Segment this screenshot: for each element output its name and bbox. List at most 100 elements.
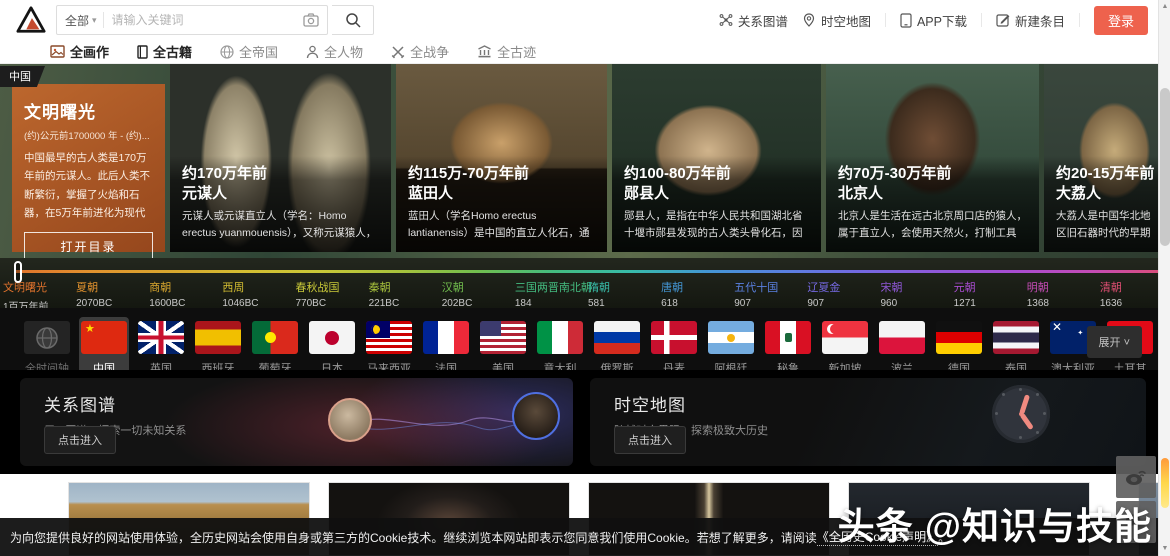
phone-icon <box>900 13 912 28</box>
enter-relation-graph-button[interactable]: 点击进入 <box>44 426 116 454</box>
promo-title: 时空地图 <box>614 391 1146 416</box>
card-description: 大荔人是中国华北地区旧石器时代的早期 因化石发现于陕西省渭南市大荔县解放村 <box>1056 208 1158 242</box>
nav-all-wars[interactable]: 全战争 <box>391 42 449 61</box>
weibo-icon <box>1125 468 1147 486</box>
divider <box>1079 13 1080 27</box>
carousel-card-peking-man[interactable]: 约70万-30万年前 北京人 北京人是生活在远古北京周口店的猿人，属于直立人，会… <box>826 64 1039 252</box>
nav-all-empires[interactable]: 全帝国 <box>220 42 278 61</box>
timeline-slider-handle[interactable] <box>14 261 22 283</box>
scrollbar-thumb[interactable] <box>1160 88 1170 246</box>
category-nav: 全画作 全古籍 全帝国 全人物 全战争 全古迹 <box>0 40 1170 64</box>
person-icon <box>306 45 319 59</box>
cookie-text: 为向您提供良好的网站使用体验，全历史网站会使用自身或第三方的Cookie技术。继… <box>10 529 817 546</box>
book-icon <box>137 45 148 59</box>
flag-germany <box>936 321 982 354</box>
app-download-link[interactable]: APP下载 <box>900 11 967 30</box>
promo-section: 关系图谱 用AI图谱，探索一切未知关系 点击进入 时空地图 跨越时空界限，探索极… <box>0 370 1170 474</box>
scrollbar-marker <box>1161 458 1169 508</box>
new-entry-link[interactable]: 新建条目 <box>996 11 1065 30</box>
vertical-scrollbar[interactable]: ▲ ▼ <box>1158 0 1170 556</box>
card-name: 郧县人 <box>624 184 809 204</box>
flag-denmark <box>651 321 697 354</box>
login-button[interactable]: 登录 <box>1094 6 1148 35</box>
flag-poland <box>879 321 925 354</box>
globe-icon <box>35 326 59 350</box>
card-description: 郧县人，是指在中华人民共和国湖北省十堰市郧县发现的古人类头骨化石，因出土地名而被… <box>624 208 809 242</box>
weibo-share-button[interactable] <box>1116 456 1156 498</box>
feature-title: 文明曙光 <box>24 98 153 123</box>
flag-singapore <box>822 321 868 354</box>
card-period: 约20-15万年前 <box>1056 164 1158 184</box>
open-catalog-button[interactable]: 打开目录 <box>24 232 153 258</box>
search-category-dropdown[interactable]: 全部 <box>65 12 89 29</box>
clock-pin-illustration <box>992 385 1050 449</box>
divider <box>981 13 982 27</box>
flag-usa <box>480 321 526 354</box>
monument-icon <box>477 45 492 58</box>
promo-subtitle: 跨越时空界限，探索极致大历史 <box>614 422 1146 438</box>
painting-icon <box>50 45 65 58</box>
flag-argentina <box>708 321 754 354</box>
crossed-swords-icon <box>391 45 405 59</box>
flag-peru <box>765 321 811 354</box>
card-period: 约115万-70万年前 <box>408 164 595 184</box>
card-period: 约170万年前 <box>182 164 379 184</box>
dynasty-timeline: 文明曙光1百万年前 夏朝2070BC 商朝1600BC 西周1046BC 春秋战… <box>0 258 1170 308</box>
carousel-card-yunxian-man[interactable]: 约100-80万年前 郧县人 郧县人，是指在中华人民共和国湖北省十堰市郧县发现的… <box>612 64 821 252</box>
card-name: 北京人 <box>838 184 1027 204</box>
spacetime-map-card[interactable]: 时空地图 跨越时空界限，探索极致大历史 点击进入 <box>590 378 1146 466</box>
camera-icon[interactable] <box>303 13 319 27</box>
nav-all-people[interactable]: 全人物 <box>306 42 363 61</box>
divider <box>103 12 104 28</box>
flag-portugal <box>252 321 298 354</box>
carousel-card-dali-man[interactable]: 约20-15万年前 大荔人 大荔人是中国华北地区旧石器时代的早期 因化石发现于陕… <box>1044 64 1170 252</box>
edit-icon <box>996 13 1010 27</box>
flag-uk <box>138 321 184 354</box>
flag-thailand <box>993 321 1039 354</box>
flag-italy <box>537 321 583 354</box>
relation-graph-icon <box>719 13 733 27</box>
watermark-toutiao: 头条 @知识与技能 <box>838 496 1152 550</box>
card-name: 元谋人 <box>182 184 379 204</box>
spacetime-map-link[interactable]: 时空地图 <box>802 11 871 30</box>
search-box[interactable]: 全部 ▾ <box>56 5 328 35</box>
search-button[interactable] <box>332 5 374 35</box>
site-logo-icon[interactable] <box>16 5 46 35</box>
country-selector: 全时间轴 中国 英国 西班牙 葡萄牙 日本 马来西亚 法国 美国 意大利 俄罗斯… <box>0 308 1170 370</box>
scroll-up-arrow[interactable]: ▲ <box>1159 0 1170 14</box>
carousel-card-yuanmou-man[interactable]: 约170万年前 元谋人 元谋人或元谋直立人（学名：Homo erectus yu… <box>170 64 391 252</box>
flag-spain <box>195 321 241 354</box>
card-name: 蓝田人 <box>408 184 595 204</box>
search-area: 全部 ▾ <box>56 5 374 35</box>
card-name: 大荔人 <box>1056 184 1158 204</box>
carousel-card-lantian-man[interactable]: 约115万-70万年前 蓝田人 蓝田人（学名Homo erectus lanti… <box>396 64 607 252</box>
card-description: 北京人是生活在远古北京周口店的猿人，属于直立人，会使用天然火，打制工具（石器）。 <box>838 208 1027 242</box>
timeline-gradient-track[interactable] <box>14 270 1170 273</box>
flag-malaysia <box>366 321 412 354</box>
flag-france <box>423 321 469 354</box>
map-pin-icon <box>802 13 816 27</box>
feature-description: 中国最早的古人类是170万年前的元谋人。此后人类不断繁衍，掌握了火焰和石器，在5… <box>24 149 153 223</box>
scroll-down-arrow[interactable]: ▼ <box>1159 542 1170 556</box>
feature-date-range: (约)公元前1700000 年 - (约)... <box>24 128 153 142</box>
page: 全部 ▾ 关系图谱 时空地图 <box>0 0 1170 556</box>
portrait-node-left <box>328 398 372 442</box>
search-input[interactable] <box>112 13 299 27</box>
nav-all-paintings[interactable]: 全画作 <box>50 42 109 61</box>
flag-china <box>81 321 127 354</box>
nav-all-ancient-books[interactable]: 全古籍 <box>137 42 192 61</box>
header: 全部 ▾ 关系图谱 时空地图 <box>0 0 1170 40</box>
search-icon <box>345 12 361 28</box>
connection-lines <box>350 408 520 438</box>
portrait-node-right <box>512 392 560 440</box>
hero-carousel: 中国 文明曙光 (约)公元前1700000 年 - (约)... 中国最早的古人… <box>0 64 1170 258</box>
card-period: 约100-80万年前 <box>624 164 809 184</box>
feature-card-civilization-dawn[interactable]: 文明曙光 (约)公元前1700000 年 - (约)... 中国最早的古人类是1… <box>12 84 165 252</box>
expand-button[interactable]: 展开 ˅ <box>1087 326 1142 358</box>
relation-graph-card[interactable]: 关系图谱 用AI图谱，探索一切未知关系 点击进入 <box>20 378 573 466</box>
enter-spacetime-map-button[interactable]: 点击进入 <box>614 426 686 454</box>
card-description: 蓝田人（学名Homo erectus lantianensis）是中国的直立人化… <box>408 208 595 242</box>
flag-russia <box>594 321 640 354</box>
nav-all-relics[interactable]: 全古迹 <box>477 42 536 61</box>
relation-graph-link[interactable]: 关系图谱 <box>719 11 788 30</box>
